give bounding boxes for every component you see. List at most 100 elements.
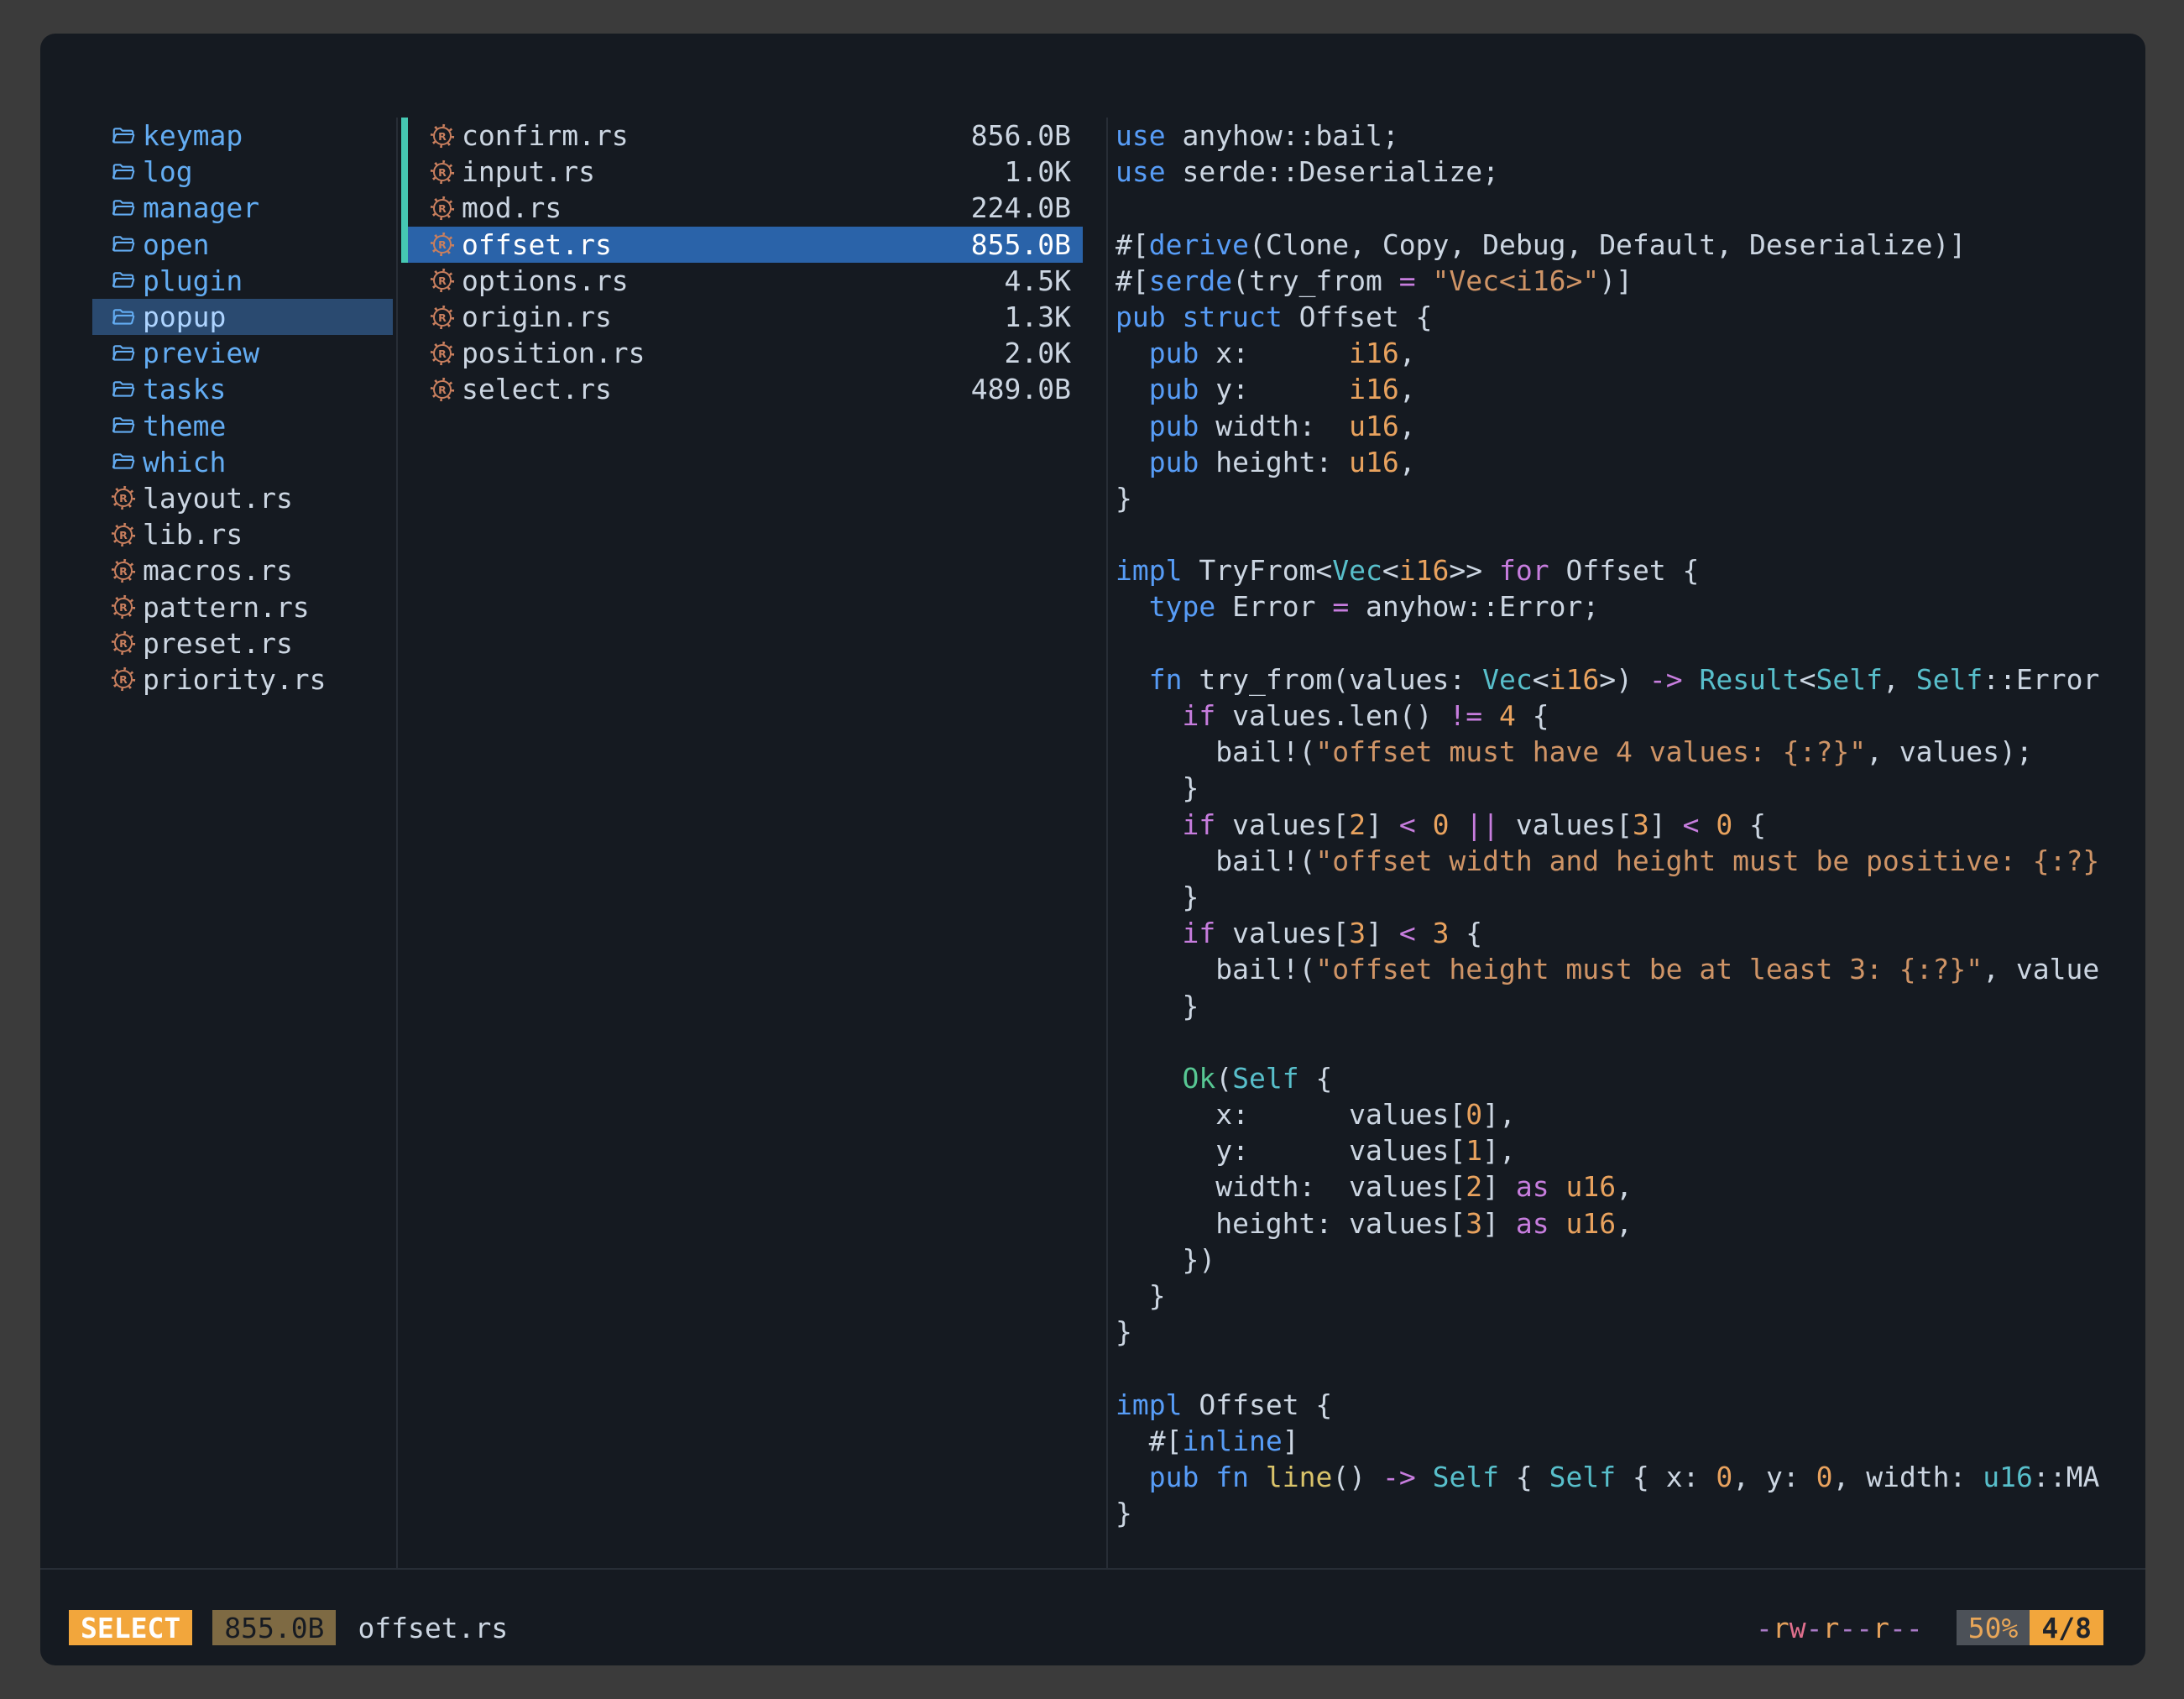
code-line: if values.len() != 4 {	[1116, 698, 2144, 734]
rust-file-icon: R	[111, 485, 136, 510]
code-line: impl Offset {	[1116, 1387, 2144, 1423]
code-line: }	[1116, 770, 2144, 806]
svg-text:R: R	[438, 202, 447, 215]
svg-text:R: R	[119, 528, 128, 541]
parent-file-item[interactable]: Rmacros.rs	[92, 552, 393, 588]
svg-text:R: R	[438, 384, 447, 396]
folder-icon	[111, 305, 136, 330]
folder-icon	[111, 196, 136, 221]
selection-marker	[401, 118, 408, 154]
file-size: 1.3K	[1005, 301, 1071, 333]
code-line: pub struct Offset {	[1116, 299, 2144, 335]
code-line: bail!("offset width and height must be p…	[1116, 843, 2144, 879]
entry-name: priority.rs	[143, 663, 327, 696]
parent-file-item[interactable]: Rlayout.rs	[92, 480, 393, 516]
file-name: offset.rs	[462, 228, 612, 261]
parent-file-item[interactable]: Rpriority.rs	[92, 661, 393, 698]
svg-text:R: R	[438, 166, 447, 179]
entry-name: manager	[143, 191, 259, 224]
svg-text:R: R	[438, 311, 447, 323]
rust-file-icon: R	[111, 667, 136, 692]
rust-file-icon: R	[111, 558, 136, 583]
code-line	[1116, 625, 2144, 661]
file-preview-panel[interactable]: use anyhow::bail;use serde::Deserialize;…	[1116, 118, 2144, 1565]
code-line: }	[1116, 1314, 2144, 1350]
file-row[interactable]: Rposition.rs2.0K	[401, 335, 1083, 371]
rust-file-icon: R	[430, 232, 455, 257]
sidebar-item-open[interactable]: open	[92, 227, 393, 263]
code-line: pub fn line() -> Self { Self { x: 0, y: …	[1116, 1459, 2144, 1495]
code-line	[1116, 1024, 2144, 1060]
entry-name: preset.rs	[143, 627, 293, 660]
file-size: 1.0K	[1005, 155, 1071, 188]
file-row[interactable]: Rconfirm.rs856.0B	[401, 118, 1083, 154]
folder-icon	[111, 159, 136, 185]
file-name: options.rs	[462, 264, 629, 297]
current-directory-panel: Rconfirm.rs856.0BRinput.rs1.0KRmod.rs224…	[401, 118, 1083, 408]
code-line: }	[1116, 988, 2144, 1024]
file-row[interactable]: Rselect.rs489.0B	[401, 371, 1083, 407]
parent-file-item[interactable]: Rlib.rs	[92, 516, 393, 552]
code-line: if values[2] < 0 || values[3] < 0 {	[1116, 807, 2144, 843]
status-bar: SELECT 855.0B offset.rs -rw-r--r-- 50% 4…	[69, 1610, 2103, 1645]
file-row[interactable]: Rinput.rs1.0K	[401, 154, 1083, 190]
entry-name: theme	[143, 410, 226, 442]
code-line: pub height: u16,	[1116, 444, 2144, 480]
panel-separator-left	[396, 118, 398, 1568]
code-line: if values[3] < 3 {	[1116, 915, 2144, 951]
code-line: pub width: u16,	[1116, 408, 2144, 444]
sidebar-item-keymap[interactable]: keymap	[92, 118, 393, 154]
rust-file-icon: R	[111, 522, 136, 547]
code-line: fn try_from(values: Vec<i16>) -> Result<…	[1116, 661, 2144, 698]
entry-name: open	[143, 228, 209, 261]
rust-file-icon: R	[430, 341, 455, 366]
file-size-badge: 855.0B	[212, 1610, 336, 1645]
selection-marker	[401, 190, 408, 226]
mode-badge: SELECT	[69, 1610, 192, 1645]
file-size: 224.0B	[971, 191, 1071, 224]
file-name: confirm.rs	[462, 119, 629, 152]
sidebar-item-manager[interactable]: manager	[92, 190, 393, 226]
sidebar-item-which[interactable]: which	[92, 444, 393, 480]
code-line	[1116, 516, 2144, 552]
entry-name: macros.rs	[143, 554, 293, 587]
file-row[interactable]: Rmod.rs 224.0B	[401, 190, 1083, 226]
sidebar-item-popup[interactable]: popup	[92, 299, 393, 335]
svg-text:R: R	[119, 601, 128, 614]
sidebar-item-preview[interactable]: preview	[92, 335, 393, 371]
selection-marker	[401, 154, 408, 190]
code-line: #[serde(try_from = "Vec<i16>")]	[1116, 263, 2144, 299]
sidebar-item-theme[interactable]: theme	[92, 408, 393, 444]
code-line: }	[1116, 879, 2144, 915]
sidebar-item-plugin[interactable]: plugin	[92, 263, 393, 299]
file-row[interactable]: Rorigin.rs1.3K	[401, 299, 1083, 335]
folder-icon	[111, 413, 136, 438]
code-line: impl TryFrom<Vec<i16>> for Offset {	[1116, 552, 2144, 588]
code-line: })	[1116, 1242, 2144, 1278]
sidebar-item-log[interactable]: log	[92, 154, 393, 190]
svg-text:R: R	[119, 565, 128, 578]
code-line: y: values[1],	[1116, 1132, 2144, 1168]
status-right-group: -rw-r--r-- 50% 4/8	[1756, 1610, 2103, 1645]
code-line: }	[1116, 1278, 2144, 1314]
file-name: mod.rs	[462, 191, 562, 224]
status-filename: offset.rs	[358, 1612, 508, 1644]
parent-file-item[interactable]: Rpreset.rs	[92, 625, 393, 661]
rust-file-icon: R	[430, 123, 455, 149]
entry-name: tasks	[143, 373, 226, 405]
folder-icon	[111, 232, 136, 257]
code-line: }	[1116, 480, 2144, 516]
code-line: type Error = anyhow::Error;	[1116, 588, 2144, 625]
svg-text:R: R	[119, 673, 128, 686]
entry-name: popup	[143, 301, 226, 333]
panel-separator-right	[1106, 118, 1108, 1568]
folder-icon	[111, 377, 136, 402]
rust-file-icon: R	[111, 630, 136, 656]
entry-name: which	[143, 446, 226, 478]
entry-name: pattern.rs	[143, 591, 310, 624]
sidebar-item-tasks[interactable]: tasks	[92, 371, 393, 407]
parent-file-item[interactable]: Rpattern.rs	[92, 588, 393, 625]
file-row[interactable]: Roptions.rs4.5K	[401, 263, 1083, 299]
file-row[interactable]: Roffset.rs855.0B	[401, 227, 1083, 263]
folder-icon	[111, 268, 136, 293]
